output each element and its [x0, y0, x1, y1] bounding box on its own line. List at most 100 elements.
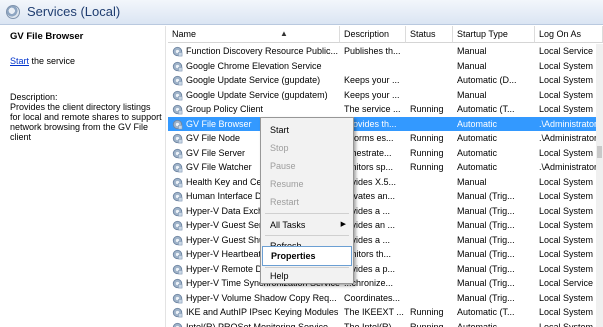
- service-description-cell: Keeps your ...: [344, 75, 400, 85]
- service-row[interactable]: Hyper-V Time Synchronization Service...c…: [168, 276, 603, 291]
- service-log-on-as: Local System: [539, 292, 594, 303]
- menu-item-pause[interactable]: Pause: [262, 156, 352, 176]
- column-header-status[interactable]: Status: [406, 26, 453, 43]
- service-status: [406, 218, 453, 233]
- service-row[interactable]: GV File Browser Provides th... Automatic .\…: [168, 116, 603, 132]
- menu-separator: [265, 213, 349, 214]
- vertical-scrollbar[interactable]: [596, 44, 603, 327]
- service-log-on-as: Local System: [539, 104, 594, 114]
- service-startup-type: Manual: [457, 46, 487, 56]
- services-header-bar: Services (Local): [0, 0, 603, 25]
- menu-item-properties[interactable]: Properties: [262, 246, 352, 266]
- service-row[interactable]: Google Update Service (gupdate) Keeps you…: [168, 73, 603, 88]
- services-gear-icon: [6, 5, 20, 19]
- service-startup-type: Manual (Trig...: [457, 263, 515, 274]
- service-name: Group Policy Client: [186, 104, 264, 114]
- service-row[interactable]: Hyper-V Guest Service Interface ...vides …: [168, 218, 603, 233]
- service-log-on-as: Local System: [539, 89, 594, 100]
- menu-item-all-tasks-label: All Tasks: [270, 220, 306, 230]
- service-log-on-as: Local Service: [539, 46, 594, 56]
- service-log-on-as: Local System: [539, 234, 594, 245]
- service-row[interactable]: GV File Node ...forms es... Running Automat…: [168, 131, 603, 146]
- service-name: Google Update Service (gupdate): [186, 75, 321, 85]
- service-log-on-as: Local System: [539, 75, 594, 85]
- service-log-on-as: .\Administrator: [539, 118, 598, 129]
- service-description-cell: Publishes th...: [344, 46, 401, 56]
- menu-item-resume[interactable]: Resume: [262, 174, 352, 194]
- service-log-on-as: .\Administrator: [539, 162, 598, 172]
- service-row[interactable]: Function Discovery Resource Public... Pub…: [168, 44, 603, 59]
- service-description-cell: The IKEEXT ...: [344, 307, 404, 317]
- service-status: [406, 247, 453, 262]
- menu-item-stop[interactable]: Stop: [262, 138, 352, 158]
- service-status: Running: [410, 133, 444, 143]
- service-row[interactable]: Hyper-V Remote Desktop Virtualization...…: [168, 262, 603, 277]
- service-description-cell: The service ...: [344, 104, 401, 114]
- service-status: [406, 59, 453, 74]
- service-log-on-as: Local System: [539, 220, 594, 230]
- column-header-description[interactable]: Description: [340, 26, 406, 43]
- description-text: Provides the client directory listings f…: [10, 102, 162, 142]
- service-status: [406, 276, 453, 291]
- column-header-name[interactable]: Name ▲: [168, 26, 340, 43]
- description-pane: GV File Browser Start the service Descri…: [0, 26, 166, 327]
- service-startup-type: Manual (Trig...: [457, 220, 515, 230]
- service-status: [406, 117, 453, 132]
- menu-item-all-tasks[interactable]: All Tasks ▶: [262, 215, 352, 235]
- start-service-suffix: the service: [29, 56, 76, 66]
- scrollbar-thumb[interactable]: [597, 146, 602, 158]
- service-startup-type: Manual (Trig...: [457, 278, 515, 288]
- menu-item-start[interactable]: Start: [262, 120, 352, 140]
- service-log-on-as: Local System: [539, 321, 594, 327]
- service-status: [406, 233, 453, 248]
- service-row[interactable]: Intel(R) PROSet Monitoring Service The In…: [168, 320, 603, 327]
- service-row[interactable]: Hyper-V Volume Shadow Copy Req... Coordin…: [168, 291, 603, 306]
- service-startup-type: Automatic: [457, 162, 498, 172]
- service-row[interactable]: Google Chrome Elevation Service Manual Loc…: [168, 59, 603, 74]
- service-startup-type: Automatic: [457, 321, 498, 327]
- service-log-on-as: Local System: [539, 263, 594, 274]
- sort-ascending-icon: ▲: [280, 29, 288, 38]
- service-status: Running: [410, 104, 444, 114]
- service-name: Google Chrome Elevation Service: [186, 60, 322, 71]
- service-row[interactable]: IKE and AuthIP IPsec Keying Modules The I…: [168, 305, 603, 320]
- services-list: Name ▲ Description Status Startup Type L…: [168, 26, 603, 327]
- service-startup-type: Automatic (T...: [457, 104, 515, 114]
- service-log-on-as: Local Service: [539, 278, 594, 288]
- service-log-on-as: Local System: [539, 176, 594, 187]
- service-row[interactable]: Hyper-V Data Exchange Service ...vides a …: [168, 204, 603, 219]
- service-description: Description: Provides the client directo…: [10, 92, 162, 142]
- service-row[interactable]: GV File Server ...hestrate... Running Autom…: [168, 146, 603, 161]
- service-startup-type: Manual (Trig...: [457, 292, 515, 303]
- column-header-startup-type[interactable]: Startup Type: [453, 26, 535, 43]
- start-service-line: Start the service: [10, 56, 75, 66]
- service-startup-type: Automatic: [457, 133, 498, 143]
- menu-item-help[interactable]: Help: [262, 266, 352, 286]
- service-name: Google Update Service (gupdatem): [186, 89, 328, 100]
- service-status: [406, 175, 453, 190]
- service-row[interactable]: Human Interface Device Service ...ivates …: [168, 189, 603, 204]
- service-name: Hyper-V Volume Shadow Copy Req...: [186, 292, 337, 303]
- service-row[interactable]: Hyper-V Heartbeat Service ...nitors th...…: [168, 247, 603, 262]
- service-row[interactable]: Group Policy Client The service ... Runnin…: [168, 102, 603, 117]
- service-name: Intel(R) PROSet Monitoring Service: [186, 321, 329, 327]
- service-startup-type: Automatic (D...: [457, 75, 517, 85]
- service-row[interactable]: Health Key and Certificate Management...…: [168, 175, 603, 190]
- service-status: Running: [410, 147, 444, 158]
- service-status: [406, 88, 453, 103]
- start-service-link[interactable]: Start: [10, 56, 29, 66]
- service-row[interactable]: GV File Watcher ...nitors sp... Running Aut…: [168, 160, 603, 175]
- service-status: Running: [410, 307, 444, 317]
- service-startup-type: Manual (Trig...: [457, 249, 515, 259]
- service-status: Running: [410, 321, 444, 327]
- column-header-log-on-as[interactable]: Log On As: [535, 26, 603, 43]
- service-log-on-as: Local System: [539, 60, 594, 71]
- column-label-name: Name: [172, 29, 197, 39]
- service-row[interactable]: Google Update Service (gupdatem) Keeps yo…: [168, 88, 603, 103]
- menu-item-restart[interactable]: Restart: [262, 192, 352, 212]
- service-description-cell: The Intel(R) ...: [344, 321, 402, 327]
- service-row[interactable]: Hyper-V Guest Shutdown Service ...vides a…: [168, 233, 603, 248]
- service-name: Function Discovery Resource Public...: [186, 46, 339, 56]
- service-startup-type: Manual (Trig...: [457, 191, 515, 201]
- service-status: [406, 291, 453, 306]
